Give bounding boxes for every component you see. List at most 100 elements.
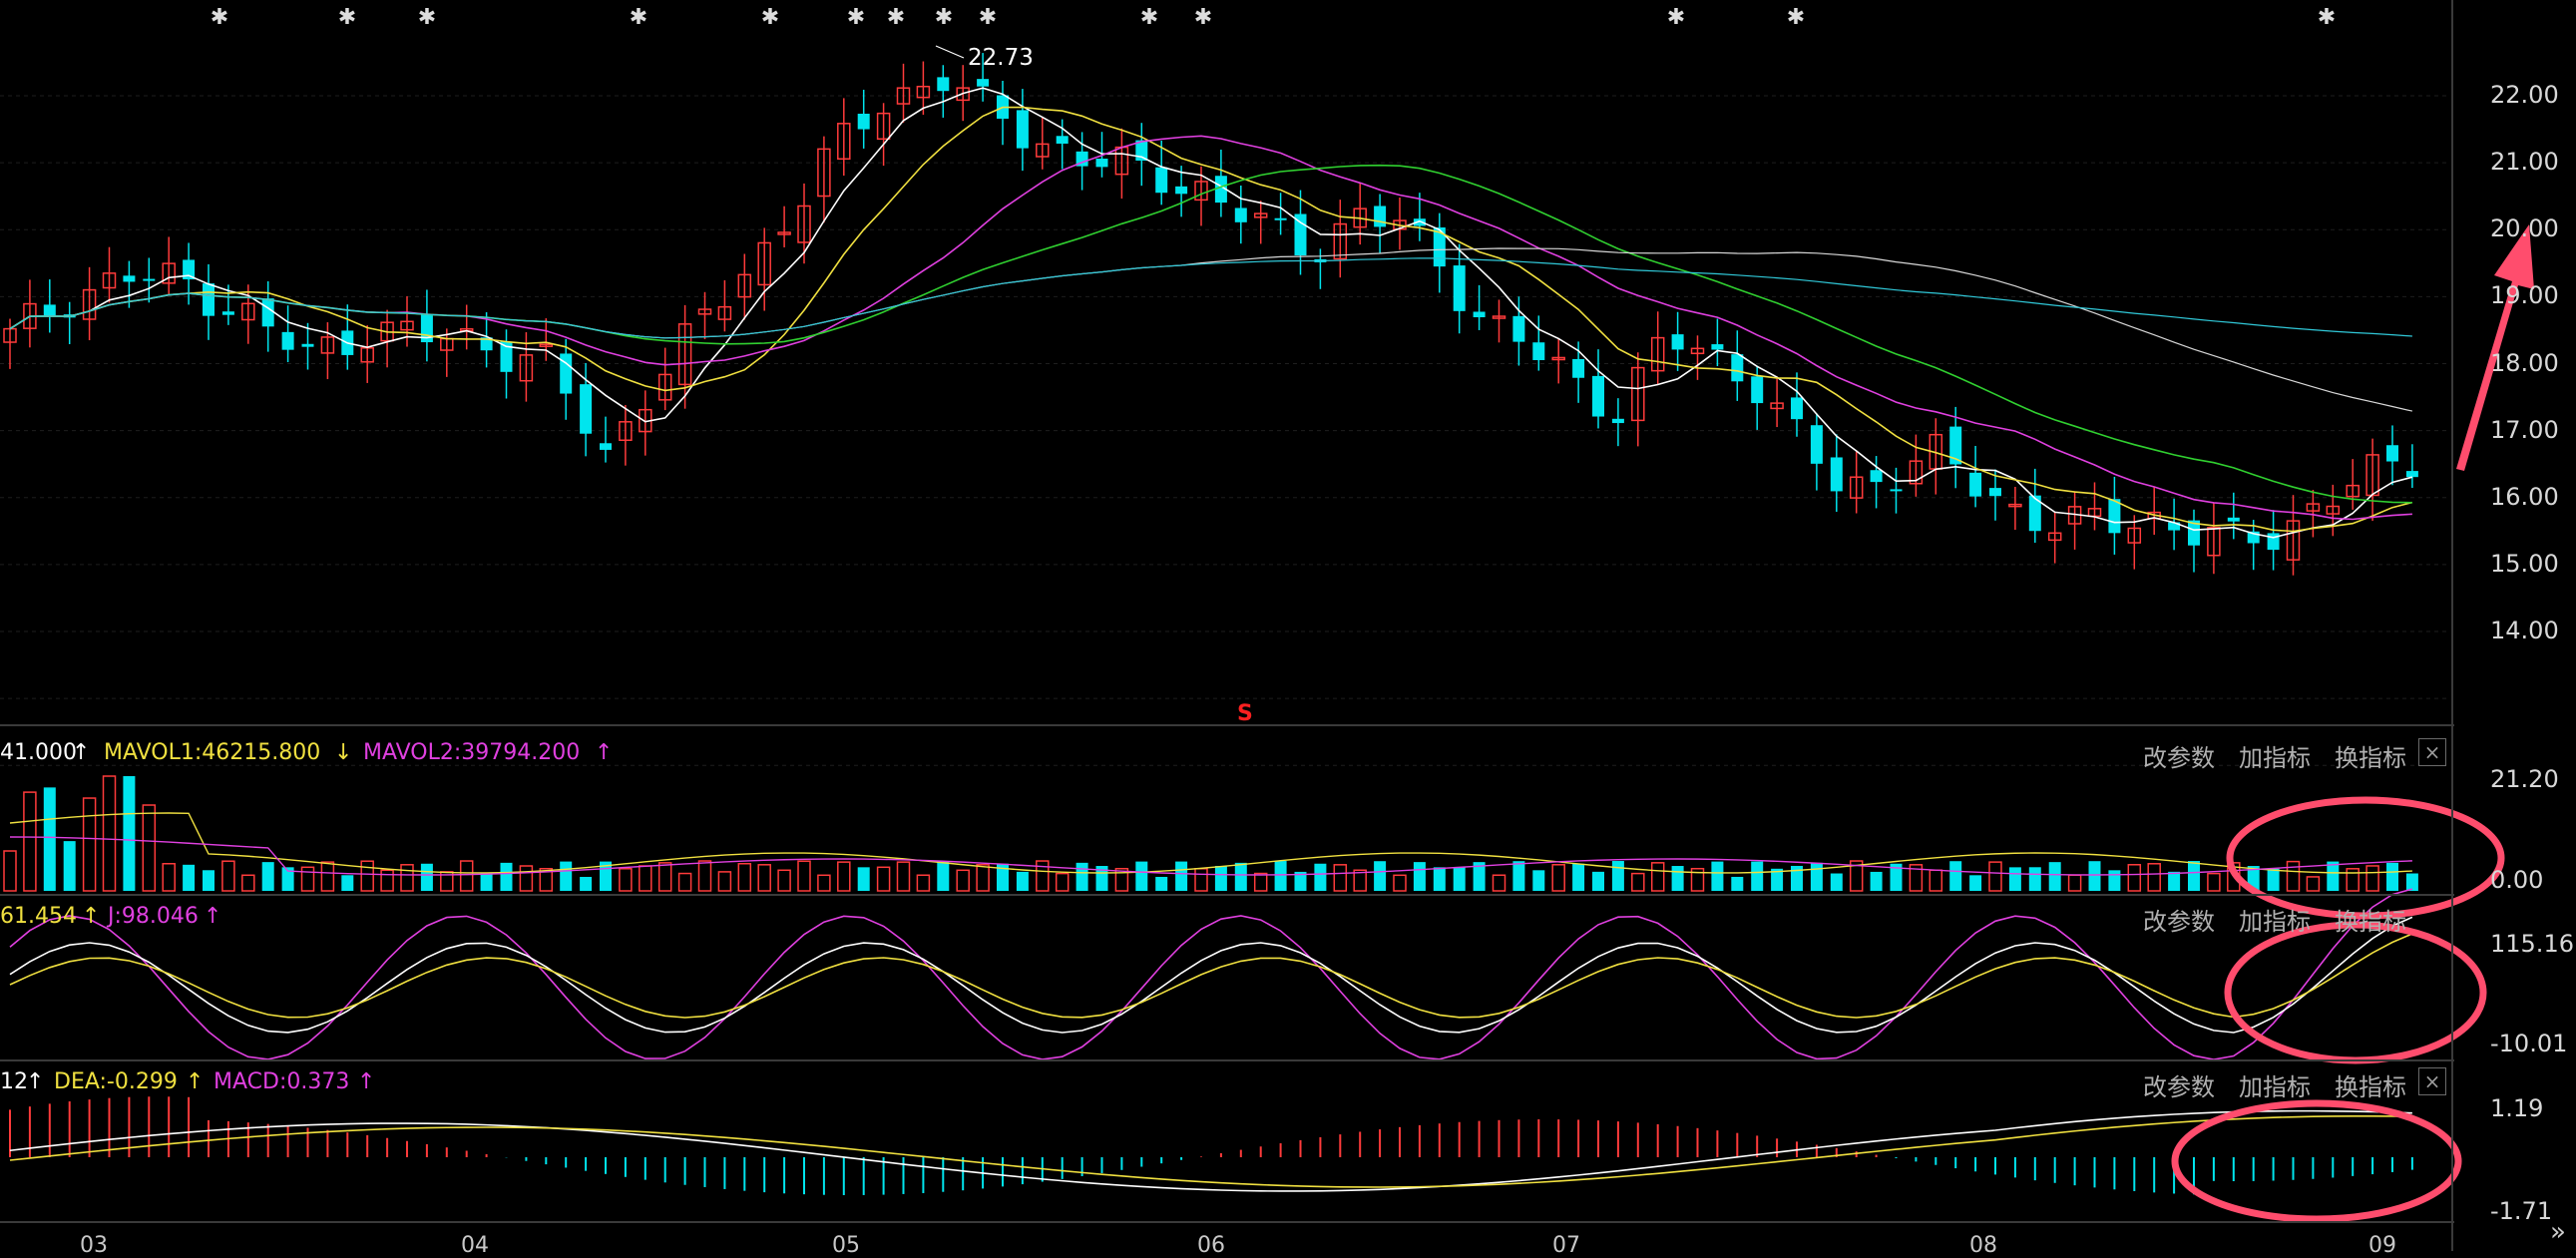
month-tick-label: 05 [832, 1233, 860, 1258]
ma30-line [9, 164, 2412, 504]
volume-bar-down [937, 861, 950, 891]
signal-star-icon: ✱ [887, 5, 905, 30]
candle-body-down [1374, 206, 1387, 227]
volume-bar-up [1492, 874, 1506, 892]
sell-signal-s: S [1237, 701, 1253, 726]
volume-bar-up [956, 869, 970, 892]
volume-bar-up [1393, 874, 1407, 892]
candle-body-down [1711, 344, 1724, 350]
volume-bar-down [183, 864, 196, 891]
signal-star-icon: ✱ [1194, 5, 1212, 30]
up-arrow-icon: ↑ [186, 1069, 205, 1094]
volume-bar-down [1592, 871, 1604, 891]
high-price-label: 22.73 [968, 45, 1034, 71]
volume-bar-up [400, 864, 414, 892]
volume-bar-up [221, 860, 235, 892]
ma60-line [9, 247, 2413, 412]
kdj-lines [9, 888, 2413, 1060]
volume-bar-up [3, 850, 17, 892]
volume-bar-up [657, 862, 672, 892]
macd-value: MACD:0.373 [214, 1069, 350, 1094]
switch-indicator-button[interactable]: 换指标 [2335, 1073, 2406, 1101]
close-icon[interactable]: × [2418, 1067, 2446, 1095]
volume-bar-up [2147, 863, 2161, 892]
volume-bar-up [1551, 864, 1565, 892]
volume-bar-up [1036, 860, 1050, 892]
volume-bar-up [142, 804, 157, 892]
candle-body-down [977, 79, 990, 87]
dea-value: DEA:-0.299 [54, 1069, 178, 1094]
volume-bar-up [360, 860, 374, 892]
signal-star-icon: ✱ [979, 5, 997, 30]
panel-dividers [0, 0, 2454, 1251]
switch-indicator-button[interactable]: 换指标 [2335, 744, 2406, 772]
volume-bar-down [1016, 871, 1029, 891]
up-arrow-icon: ↑ [204, 904, 222, 929]
candle-body-down [1056, 136, 1069, 144]
volume-bar-down [1671, 866, 1684, 891]
candle-body-down [600, 443, 612, 450]
stock-chart: ✱ ✱ ✱ ✱ ✱ ✱ ✱ ✱ ✱ ✱ ✱ ✱ ✱ ✱ [0, 0, 2534, 1251]
volume-bar-down [2008, 867, 2021, 891]
volume-bar-down [261, 862, 274, 891]
volume-bar-up [757, 864, 771, 892]
candle-body-down [1512, 315, 1525, 342]
volume-bar-up [1929, 869, 1943, 892]
up-arrow-icon: ↑ [72, 740, 91, 765]
volume-bar-up [976, 864, 990, 892]
moving-average-lines [9, 87, 2413, 539]
price-tick-label: 19.00 [2490, 281, 2559, 310]
candle-body-down [2386, 445, 2398, 462]
month-tick-label: 07 [1552, 1233, 1580, 1258]
volume-toolbar: 改参数 加指标 换指标 [2143, 738, 2430, 773]
volume-bar-down [580, 876, 593, 891]
volume-bar-up [162, 863, 176, 892]
scroll-right-icon[interactable]: » [2550, 1217, 2566, 1247]
candle-body-down [1234, 208, 1247, 222]
signal-star-icon: ✱ [1667, 5, 1685, 30]
add-indicator-button[interactable]: 加指标 [2239, 1073, 2311, 1101]
add-indicator-button[interactable]: 加指标 [2239, 908, 2311, 936]
month-tick-label: 06 [1197, 1233, 1225, 1258]
close-icon[interactable]: × [2418, 738, 2446, 766]
volume-bar-down [1810, 862, 1823, 891]
edit-params-button[interactable]: 改参数 [2143, 908, 2215, 936]
up-arrow-icon: ↑ [595, 740, 614, 765]
candle-body-down [2108, 499, 2121, 534]
volume-bar-up [619, 868, 633, 892]
volume-bar-up [876, 866, 891, 892]
volume-bar-up [82, 797, 97, 892]
volume-bar-up [639, 865, 652, 892]
price-tick-label: 14.00 [2490, 617, 2559, 644]
volume-bar-up [1333, 864, 1348, 892]
mavol1-value: MAVOL1:46215.800 [104, 740, 321, 765]
edit-params-button[interactable]: 改参数 [2143, 1073, 2215, 1101]
candle-body-down [1989, 488, 2001, 497]
candle-body-down [1175, 186, 1188, 195]
volume-bar-down [1075, 862, 1088, 891]
candle-body-down [1870, 470, 1883, 483]
candle-body-down [1969, 472, 1982, 497]
signal-star-icon: ✱ [847, 5, 865, 30]
candle-body-down [43, 304, 56, 316]
signal-star-icon: ✱ [418, 5, 436, 30]
price-tick-label: 22.00 [2490, 81, 2559, 109]
volume-bar-down [2405, 873, 2418, 891]
volume-bar-down [1512, 861, 1525, 891]
volume-bar-up [320, 861, 335, 892]
volume-bar-down [857, 867, 870, 891]
candle-body-down [1611, 418, 1624, 424]
volume-bars [3, 775, 2418, 892]
volume-bar-down [203, 870, 215, 891]
volume-bar-down [1532, 870, 1545, 891]
edit-params-button[interactable]: 改参数 [2143, 744, 2215, 772]
kdj-toolbar: 改参数 加指标 换指标 [2143, 902, 2430, 937]
volume-bar-up [697, 860, 712, 892]
signal-star-icon: ✱ [935, 5, 953, 30]
volume-bar-up [677, 872, 692, 892]
add-indicator-button[interactable]: 加指标 [2239, 744, 2311, 772]
up-arrow-icon: ↑ [26, 1069, 45, 1094]
switch-indicator-button[interactable]: 换指标 [2335, 908, 2406, 936]
volume-bar-up [2346, 868, 2360, 892]
macd-bars [9, 1096, 2413, 1195]
